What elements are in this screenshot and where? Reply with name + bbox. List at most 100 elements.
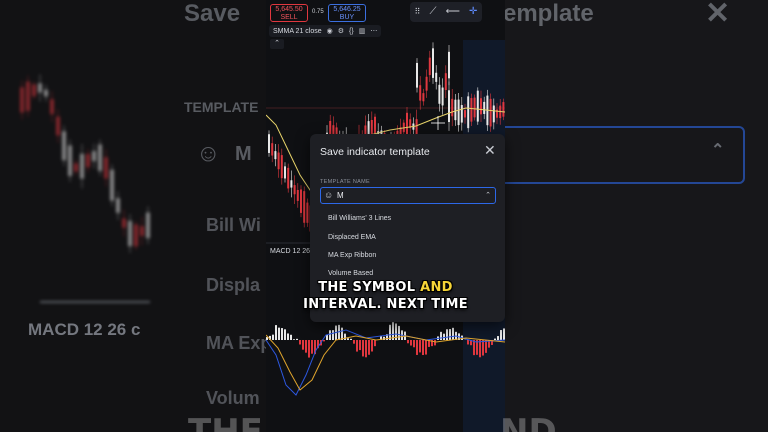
- macd-bar: [344, 333, 346, 340]
- candle: [274, 151, 277, 160]
- candle: [277, 152, 280, 170]
- macd-bar: [446, 329, 448, 340]
- candle: [303, 191, 306, 223]
- indicator-legend[interactable]: SMMA 21 close ◉ ⚙ {} ▥ ⋯: [269, 25, 382, 37]
- sell-price: 5,645.50: [275, 6, 303, 13]
- background-smile-icon: ☺: [196, 140, 221, 167]
- candle: [448, 51, 450, 79]
- candle: [146, 212, 150, 239]
- settings-icon[interactable]: ⚙: [338, 27, 344, 35]
- background-chevron-icon: ⌃: [711, 142, 725, 159]
- background-right: template ✕ ⌃: [505, 0, 768, 432]
- candle: [32, 84, 36, 97]
- emoji-icon[interactable]: ☺: [324, 190, 333, 201]
- candle: [502, 102, 505, 117]
- collapse-legend-button[interactable]: ⌃: [270, 39, 284, 49]
- candle: [451, 98, 454, 117]
- macd-bar: [500, 330, 502, 340]
- macd-bar: [422, 340, 424, 356]
- candle: [438, 84, 441, 104]
- candle: [435, 72, 438, 82]
- background-macd-label: MACD 12 26 c: [28, 320, 141, 339]
- macd-label: MACD 12 26 c: [270, 248, 316, 255]
- macd-bar: [275, 325, 277, 340]
- candle: [480, 98, 482, 115]
- buy-button[interactable]: 5,646.25 BUY: [328, 4, 366, 22]
- candle: [476, 90, 479, 122]
- candle: [38, 83, 42, 93]
- candle: [98, 144, 102, 171]
- macd-bar: [341, 327, 343, 340]
- background-item-2: Displa: [206, 275, 261, 295]
- macd-bar: [368, 340, 370, 355]
- chevron-up-icon[interactable]: ⌃: [485, 191, 491, 199]
- candle: [56, 116, 60, 136]
- template-option[interactable]: Displaced EMA: [328, 234, 376, 241]
- template-option[interactable]: Volume Based: [328, 270, 373, 277]
- candle: [92, 151, 96, 162]
- macd-bar: [479, 340, 481, 358]
- candle: [74, 163, 78, 172]
- background-close-icon: ✕: [705, 0, 731, 30]
- background-field-value: M: [235, 143, 252, 165]
- macd-bar: [329, 330, 331, 340]
- more-icon[interactable]: ⋯: [370, 27, 377, 35]
- macd-bar: [278, 327, 280, 340]
- sell-label: SELL: [280, 14, 298, 21]
- candle: [444, 73, 447, 91]
- macd-bar: [452, 327, 454, 340]
- delete-icon[interactable]: ▥: [359, 27, 366, 35]
- candle: [122, 218, 126, 228]
- candle: [140, 226, 144, 236]
- candle: [473, 97, 476, 118]
- trendline-icon[interactable]: ⟋: [430, 7, 437, 17]
- candle: [110, 169, 114, 201]
- macd-bar: [362, 340, 364, 357]
- drawing-toolbar: ⠿ ⟋ ⟵ ✛: [410, 2, 482, 22]
- background-bottom-text-right: ND: [500, 412, 557, 432]
- candle: [293, 185, 296, 195]
- macd-bar: [323, 340, 325, 342]
- candle: [432, 48, 434, 78]
- caption-line-1: THE SYMBOL AND: [266, 280, 505, 295]
- candle: [20, 87, 24, 113]
- macd-bar: [272, 334, 274, 340]
- macd-bar: [410, 340, 412, 346]
- caption-text: THE SYMBOL: [318, 280, 421, 295]
- indicator-legend-label: SMMA 21 close: [273, 27, 322, 35]
- template-name-input[interactable]: ☺ M ⌃: [320, 187, 496, 204]
- grip-icon[interactable]: ⠿: [415, 7, 421, 17]
- template-option[interactable]: Bill Williams' 3 Lines: [328, 215, 391, 222]
- candle: [454, 99, 457, 121]
- background-title-suffix: template: [505, 0, 594, 27]
- background-item-3: MA Exp: [206, 333, 272, 353]
- buy-label: BUY: [339, 14, 355, 21]
- candle: [467, 96, 470, 129]
- background-bottom-text-left: THE: [188, 412, 263, 432]
- macd-bar: [302, 340, 304, 350]
- crosshair-icon[interactable]: ✛: [469, 7, 477, 17]
- macd-bar: [407, 340, 409, 344]
- template-option[interactable]: MA Exp Ribbon: [328, 252, 376, 259]
- screen: MACD 12 26 c template ✕ ⌃ Save TEMPLATE …: [0, 0, 768, 432]
- caption-highlight: AND: [420, 280, 453, 295]
- candle: [284, 166, 286, 179]
- macd-bar: [440, 331, 442, 340]
- sell-button[interactable]: 5,645.50 SELL: [270, 4, 308, 22]
- horizontal-line-icon[interactable]: ⟵: [446, 7, 460, 17]
- candle: [428, 57, 431, 76]
- macd-bar: [293, 339, 295, 340]
- eye-icon[interactable]: ◉: [327, 27, 333, 35]
- macd-bar: [416, 340, 418, 355]
- macd-bar: [350, 338, 352, 340]
- close-icon[interactable]: ✕: [484, 143, 496, 157]
- candle: [489, 98, 492, 127]
- macd-bar: [284, 329, 286, 340]
- candle: [457, 99, 460, 126]
- candle: [280, 155, 283, 179]
- candle: [419, 85, 422, 101]
- macd-bar: [359, 340, 361, 351]
- source-code-icon[interactable]: {}: [349, 28, 354, 35]
- candle: [62, 131, 66, 161]
- template-name-label: TEMPLATE NAME: [320, 179, 370, 185]
